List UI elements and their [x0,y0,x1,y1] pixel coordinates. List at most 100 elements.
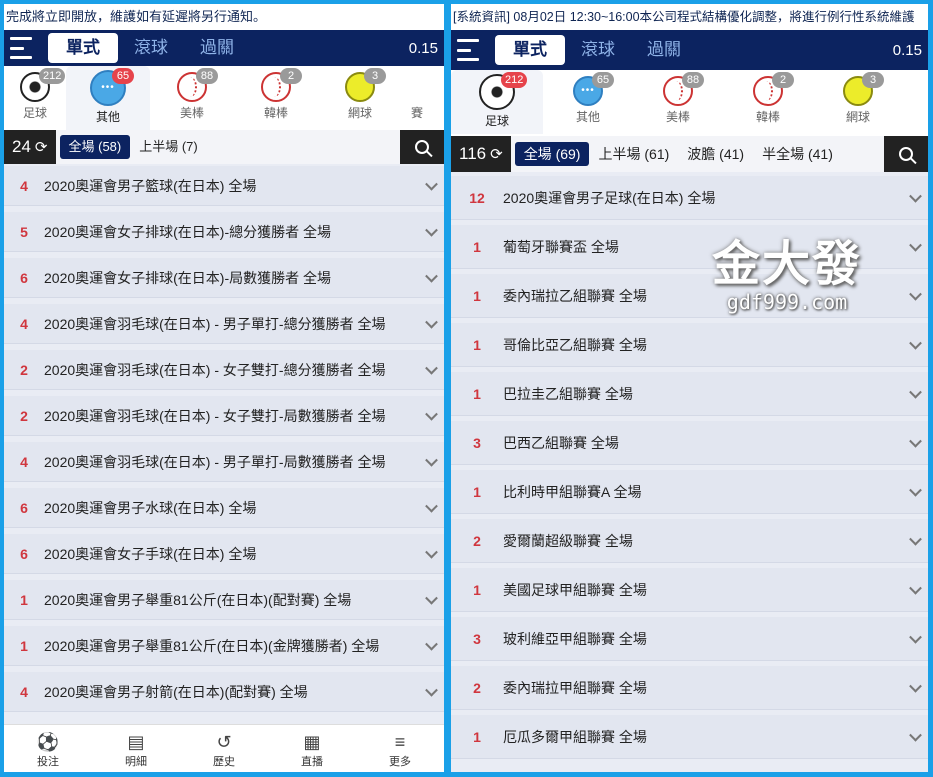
league-row[interactable]: 4 2020奧運會男子射箭(在日本)(配對賽) 全場 [4,672,444,712]
match-count: 3 [473,434,481,451]
search-icon [415,140,429,154]
chevron-down-icon[interactable] [909,630,922,644]
league-row[interactable]: 3 玻利維亞甲組聯賽 全場 [451,617,928,661]
nav-item[interactable]: ▤ 明細 [92,725,180,772]
league-row[interactable]: 4 2020奧運會羽毛球(在日本) - 男子單打-局數獲勝者 全場 [4,442,444,482]
sport-label: 其他 [95,110,120,124]
league-row[interactable]: 6 2020奧運會女子排球(在日本)-局數獲勝者 全場 [4,258,444,298]
league-row[interactable]: 4 2020奧運會男子籃球(在日本) 全場 [4,166,444,206]
odds-value[interactable]: 0.15 [893,42,922,59]
chevron-down-icon[interactable] [909,336,922,350]
sport-label: 賽 [410,106,423,120]
search-button[interactable] [400,130,444,164]
nav-item[interactable]: ≡ 更多 [356,725,444,772]
league-name: 2020奧運會男子舉重81公斤(在日本)(配對賽) 全場 [44,591,352,608]
search-button[interactable] [884,136,928,172]
sport-other[interactable]: 65 其他 [543,70,633,134]
chevron-down-icon[interactable] [425,315,438,329]
league-name: 巴拉圭乙組聯賽 全場 [503,385,633,402]
league-row[interactable]: 1 厄瓜多爾甲組聯賽 全場 [451,715,928,759]
tab-live[interactable]: 滾球 [565,35,631,65]
chevron-down-icon[interactable] [425,499,438,513]
chevron-down-icon[interactable] [909,679,922,693]
chevron-down-icon[interactable] [425,407,438,421]
nav-label: 更多 [389,756,411,768]
chevron-down-icon[interactable] [909,287,922,301]
match-count: 2 [473,532,481,549]
hamburger-menu-icon[interactable] [457,39,487,61]
league-name: 巴西乙組聯賽 全場 [503,434,619,451]
league-row[interactable]: 6 2020奧運會男子水球(在日本) 全場 [4,488,444,528]
sport-more[interactable]: 賽 [402,66,432,130]
league-row[interactable]: 1 2020奧運會男子舉重81公斤(在日本)(金牌獲勝者) 全場 [4,626,444,666]
league-list: 4 2020奧運會男子籃球(在日本) 全場 5 2020奧運會女子排球(在日本)-總分… [4,164,444,712]
sport-soccer[interactable]: 212 足球 [4,66,66,130]
league-row[interactable]: 3 巴西乙組聯賽 全場 [451,421,928,465]
chevron-down-icon[interactable] [909,238,922,252]
league-row[interactable]: 1 比利時甲組聯賽A 全場 [451,470,928,514]
chevron-down-icon[interactable] [425,637,438,651]
chevron-down-icon[interactable] [909,728,922,742]
chevron-down-icon[interactable] [909,434,922,448]
filter-full-time[interactable]: 全場 (58) [59,135,131,159]
league-row[interactable]: 2 愛爾蘭超級聯賽 全場 [451,519,928,563]
tab-parlay[interactable]: 過關 [184,33,250,63]
hamburger-menu-icon[interactable] [10,37,40,59]
filter-half-full[interactable]: 半全場 (41) [753,142,842,166]
league-row[interactable]: 12 2020奧運會男子足球(在日本) 全場 [451,176,928,220]
league-row[interactable]: 1 委內瑞拉乙組聯賽 全場 [451,274,928,318]
league-row[interactable]: 6 2020奧運會女子手球(在日本) 全場 [4,534,444,574]
league-row[interactable]: 1 2020奧運會男子舉重81公斤(在日本)(配對賽) 全場 [4,580,444,620]
league-row[interactable]: 2 2020奧運會羽毛球(在日本) - 女子雙打-總分獲勝者 全場 [4,350,444,390]
refresh-count-button[interactable]: 116 ⟳ [451,136,511,172]
chevron-down-icon[interactable] [425,453,438,467]
sport-mlb[interactable]: 88 美棒 [633,70,723,134]
tab-live[interactable]: 滾球 [118,33,184,63]
league-row[interactable]: 2 委內瑞拉甲組聯賽 全場 [451,666,928,710]
chevron-down-icon[interactable] [425,361,438,375]
league-row[interactable]: 1 美國足球甲組聯賽 全場 [451,568,928,612]
chevron-down-icon[interactable] [425,269,438,283]
chevron-down-icon[interactable] [425,683,438,697]
bottom-nav: ⚽ 投注 ▤ 明細 ↺ 歷史 ▦ 直播 ≡ 更多 [4,724,444,772]
odds-value[interactable]: 0.15 [409,40,438,57]
nav-item[interactable]: ▦ 直播 [268,725,356,772]
filter-full-time[interactable]: 全場 (69) [514,142,590,166]
sport-tennis[interactable]: 3 網球 [813,70,903,134]
chevron-down-icon[interactable] [909,483,922,497]
league-row[interactable]: 1 哥倫比亞乙組聯賽 全場 [451,323,928,367]
sport-soccer[interactable]: 212 足球 [451,70,543,134]
match-count: 1 [473,728,481,745]
sport-selector: 212 足球 65 其他 88 美棒 2 韓棒 3 網球 [451,70,928,136]
tab-single[interactable]: 單式 [48,33,118,63]
sport-tennis[interactable]: 3 網球 [318,66,402,130]
chevron-down-icon[interactable] [909,532,922,546]
chevron-down-icon[interactable] [909,581,922,595]
tab-parlay[interactable]: 過關 [631,35,697,65]
filter-first-half[interactable]: 上半場 (61) [589,142,678,166]
chevron-down-icon[interactable] [425,591,438,605]
sport-other[interactable]: 65 其他 [66,66,150,130]
league-row[interactable]: 4 2020奧運會羽毛球(在日本) - 男子單打-總分獲勝者 全場 [4,304,444,344]
sport-mlb[interactable]: 88 美棒 [150,66,234,130]
filter-first-half[interactable]: 上半場 (7) [130,135,207,159]
filter-correct-score[interactable]: 波膽 (41) [678,142,753,166]
tab-single[interactable]: 單式 [495,35,565,65]
nav-item[interactable]: ⚽ 投注 [4,725,92,772]
chevron-down-icon[interactable] [425,223,438,237]
chevron-down-icon[interactable] [909,189,922,203]
chevron-down-icon[interactable] [909,385,922,399]
league-row[interactable]: 5 2020奧運會女子排球(在日本)-總分獲勝者 全場 [4,212,444,252]
sport-kbo[interactable]: 2 韓棒 [723,70,813,134]
search-icon [899,147,913,161]
chevron-down-icon[interactable] [425,177,438,191]
chevron-down-icon[interactable] [425,545,438,559]
refresh-count-button[interactable]: 24 ⟳ [4,130,56,164]
league-row[interactable]: 1 葡萄牙聯賽盃 全場 [451,225,928,269]
sport-kbo[interactable]: 2 韓棒 [234,66,318,130]
nav-item[interactable]: ↺ 歷史 [180,725,268,772]
league-row[interactable]: 1 巴拉圭乙組聯賽 全場 [451,372,928,416]
sport-count-badge: 2 [280,68,302,84]
league-row[interactable]: 2 2020奧運會羽毛球(在日本) - 女子雙打-局數獲勝者 全場 [4,396,444,436]
match-count: 1 [473,385,481,402]
